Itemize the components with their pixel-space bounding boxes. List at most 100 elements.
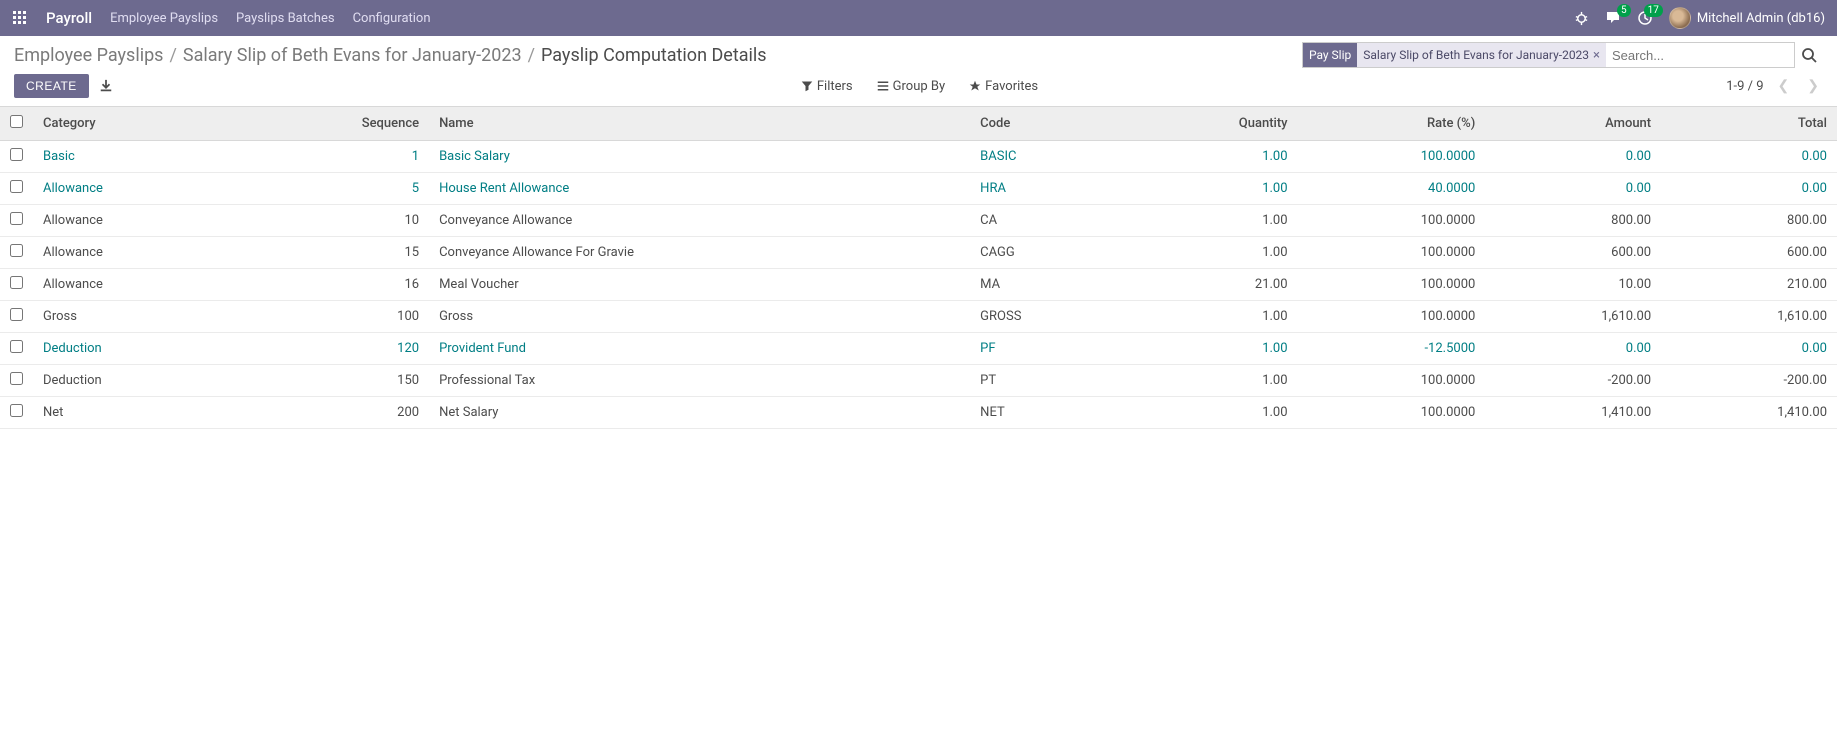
cell-quantity[interactable]: 1.00 [1124,237,1297,269]
table-row[interactable]: Deduction150Professional TaxPT1.00100.00… [0,365,1837,397]
cell-amount[interactable]: 0.00 [1485,173,1661,205]
filters-button[interactable]: Filters [801,79,853,94]
groupby-button[interactable]: Group By [877,79,946,94]
favorites-button[interactable]: Favorites [969,79,1038,94]
cell-amount[interactable]: 0.00 [1485,141,1661,173]
col-category[interactable]: Category [33,107,234,141]
messages-icon[interactable]: 5 [1605,10,1621,26]
cell-amount[interactable]: 1,610.00 [1485,301,1661,333]
col-sequence[interactable]: Sequence [234,107,429,141]
cell-amount[interactable]: 800.00 [1485,205,1661,237]
facet-remove-icon[interactable]: × [1593,48,1600,63]
search-box[interactable]: Pay Slip Salary Slip of Beth Evans for J… [1302,42,1795,68]
cell-category[interactable]: Gross [33,301,234,333]
cell-rate[interactable]: 100.0000 [1298,365,1486,397]
download-icon[interactable] [99,79,113,93]
cell-total[interactable]: 0.00 [1661,333,1837,365]
cell-rate[interactable]: 100.0000 [1298,237,1486,269]
nav-brand[interactable]: Payroll [46,9,92,27]
user-menu[interactable]: Mitchell Admin (db16) [1669,7,1825,29]
cell-total[interactable]: 800.00 [1661,205,1837,237]
cell-quantity[interactable]: 1.00 [1124,397,1297,429]
cell-sequence[interactable]: 10 [234,205,429,237]
row-checkbox[interactable] [10,276,23,289]
cell-code[interactable]: MA [970,269,1124,301]
cell-total[interactable]: 0.00 [1661,173,1837,205]
search-icon[interactable] [1795,47,1823,63]
cell-name[interactable]: Professional Tax [429,365,970,397]
row-checkbox[interactable] [10,148,23,161]
col-amount[interactable]: Amount [1485,107,1661,141]
table-row[interactable]: Allowance5House Rent AllowanceHRA1.0040.… [0,173,1837,205]
nav-link-employee-payslips[interactable]: Employee Payslips [110,11,218,26]
cell-rate[interactable]: 100.0000 [1298,269,1486,301]
cell-sequence[interactable]: 5 [234,173,429,205]
cell-total[interactable]: 210.00 [1661,269,1837,301]
cell-name[interactable]: House Rent Allowance [429,173,970,205]
cell-name[interactable]: Meal Voucher [429,269,970,301]
cell-name[interactable]: Conveyance Allowance For Gravie [429,237,970,269]
cell-quantity[interactable]: 1.00 [1124,173,1297,205]
cell-code[interactable]: CA [970,205,1124,237]
cell-sequence[interactable]: 1 [234,141,429,173]
activities-icon[interactable]: 17 [1637,10,1653,26]
row-checkbox[interactable] [10,308,23,321]
cell-total[interactable]: -200.00 [1661,365,1837,397]
cell-rate[interactable]: 100.0000 [1298,141,1486,173]
cell-name[interactable]: Basic Salary [429,141,970,173]
row-checkbox[interactable] [10,212,23,225]
pager-next-icon[interactable]: ❯ [1803,78,1823,94]
cell-category[interactable]: Allowance [33,205,234,237]
cell-category[interactable]: Net [33,397,234,429]
cell-rate[interactable]: 40.0000 [1298,173,1486,205]
col-rate[interactable]: Rate (%) [1298,107,1486,141]
table-row[interactable]: Net200Net SalaryNET1.00100.00001,410.001… [0,397,1837,429]
row-checkbox[interactable] [10,372,23,385]
col-quantity[interactable]: Quantity [1124,107,1297,141]
cell-quantity[interactable]: 1.00 [1124,301,1297,333]
cell-amount[interactable]: -200.00 [1485,365,1661,397]
debug-icon[interactable] [1574,11,1589,26]
table-row[interactable]: Deduction120Provident FundPF1.00-12.5000… [0,333,1837,365]
cell-sequence[interactable]: 120 [234,333,429,365]
cell-sequence[interactable]: 16 [234,269,429,301]
table-row[interactable]: Allowance15Conveyance Allowance For Grav… [0,237,1837,269]
select-all-checkbox[interactable] [10,115,23,128]
apps-icon[interactable] [12,10,28,26]
cell-quantity[interactable]: 1.00 [1124,205,1297,237]
pager-prev-icon[interactable]: ❮ [1774,78,1794,94]
cell-code[interactable]: HRA [970,173,1124,205]
cell-code[interactable]: GROSS [970,301,1124,333]
row-checkbox[interactable] [10,404,23,417]
cell-code[interactable]: BASIC [970,141,1124,173]
col-code[interactable]: Code [970,107,1124,141]
cell-name[interactable]: Conveyance Allowance [429,205,970,237]
cell-category[interactable]: Allowance [33,269,234,301]
cell-amount[interactable]: 1,410.00 [1485,397,1661,429]
cell-code[interactable]: CAGG [970,237,1124,269]
nav-link-payslips-batches[interactable]: Payslips Batches [236,11,335,26]
cell-sequence[interactable]: 100 [234,301,429,333]
cell-category[interactable]: Deduction [33,365,234,397]
table-row[interactable]: Basic1Basic SalaryBASIC1.00100.00000.000… [0,141,1837,173]
table-row[interactable]: Allowance16Meal VoucherMA21.00100.000010… [0,269,1837,301]
pager-text[interactable]: 1-9 / 9 [1726,79,1763,94]
cell-quantity[interactable]: 1.00 [1124,141,1297,173]
breadcrumb-item-0[interactable]: Employee Payslips [14,45,163,66]
cell-total[interactable]: 600.00 [1661,237,1837,269]
cell-code[interactable]: PF [970,333,1124,365]
row-checkbox[interactable] [10,340,23,353]
cell-rate[interactable]: 100.0000 [1298,301,1486,333]
cell-rate[interactable]: 100.0000 [1298,205,1486,237]
cell-rate[interactable]: -12.5000 [1298,333,1486,365]
cell-code[interactable]: NET [970,397,1124,429]
cell-total[interactable]: 1,410.00 [1661,397,1837,429]
cell-name[interactable]: Provident Fund [429,333,970,365]
nav-link-configuration[interactable]: Configuration [353,11,431,26]
create-button[interactable]: CREATE [14,74,89,98]
cell-quantity[interactable]: 1.00 [1124,365,1297,397]
cell-category[interactable]: Allowance [33,173,234,205]
cell-name[interactable]: Net Salary [429,397,970,429]
cell-sequence[interactable]: 150 [234,365,429,397]
cell-rate[interactable]: 100.0000 [1298,397,1486,429]
